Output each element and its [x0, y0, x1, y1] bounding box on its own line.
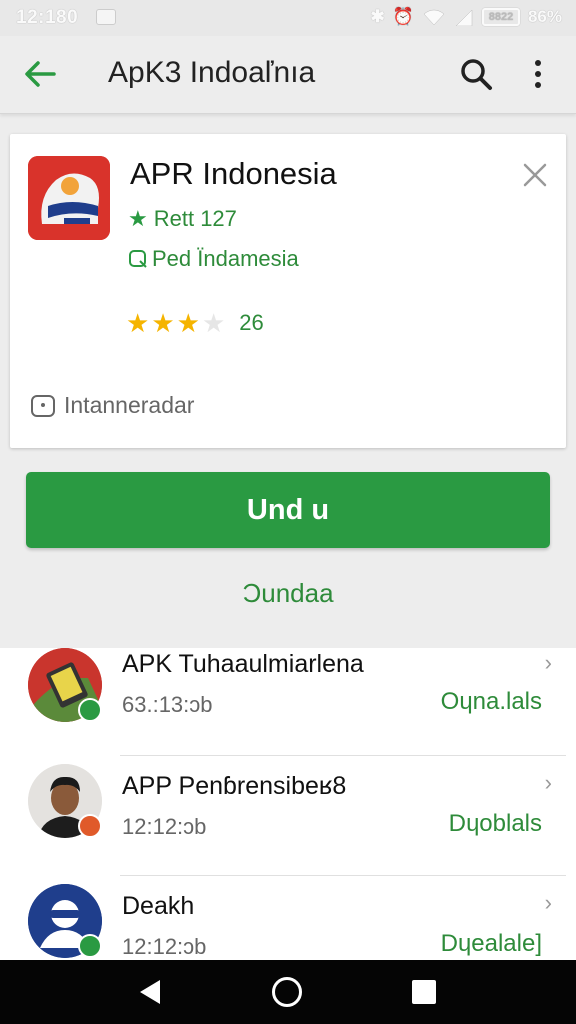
list-item[interactable]: APP Penɓrensibeʁ8 12:12:ɔb › Dɥoblals	[0, 756, 576, 876]
signal-icon	[455, 9, 473, 26]
status-bar: 12:180 ✱ ⏰ 8822 86%	[0, 0, 576, 36]
rating-count: 26	[239, 310, 264, 335]
star-icon-3: ★	[176, 308, 200, 338]
item-title: APP Penɓrensibeʁ8	[122, 772, 347, 800]
item-subtitle: 12:12:ɔb	[122, 814, 207, 839]
status-icons: ✱ ⏰ 8822 86%	[371, 7, 562, 27]
card-footer[interactable]: Intanneradar	[30, 392, 194, 419]
app-details-card: APR Indonesia ★ Rett 127 Ped Ϊndamesia ★…	[10, 134, 566, 448]
more-vert-icon[interactable]	[524, 56, 552, 92]
battery-icon: 8822	[481, 8, 520, 26]
tag-icon	[31, 394, 55, 417]
wifi-icon	[423, 9, 445, 26]
app-icon	[28, 156, 110, 240]
footer-label: Intanneradar	[64, 392, 195, 418]
status-badge	[78, 814, 102, 838]
chevron-right-icon: ›	[544, 890, 552, 915]
battery-percent: 86%	[527, 7, 562, 26]
app-name: APR Indonesia	[130, 156, 337, 191]
back-arrow-icon[interactable]	[22, 56, 58, 92]
chevron-right-icon: ›	[544, 770, 552, 795]
close-icon[interactable]	[520, 160, 550, 190]
status-badge	[78, 934, 102, 958]
secondary-button[interactable]: Ɔundaa	[0, 578, 576, 609]
status-time: 12:180	[16, 7, 79, 28]
install-button[interactable]: Und u	[26, 472, 550, 548]
notification-icon	[96, 9, 116, 25]
item-action[interactable]: Oɥna.lals	[441, 688, 542, 716]
alarm-icon: ⏰	[392, 7, 414, 26]
star-icon-2: ★	[151, 308, 175, 338]
publisher-icon	[129, 250, 147, 268]
nav-home-icon[interactable]	[272, 977, 302, 1007]
system-nav-bar	[0, 960, 576, 1024]
app-bar: ApK3 Indoaľnıa	[0, 36, 576, 114]
star-icon-4: ★	[201, 308, 226, 338]
star-rating: ★ ★ ★ ★ 26	[126, 310, 264, 336]
list-item[interactable]: Deakh 12:12:ɔb › Dɥealale]	[0, 876, 576, 960]
rating-row: ★ Rett 127	[128, 206, 237, 232]
nav-back-icon[interactable]	[136, 978, 164, 1006]
page-title: ApK3 Indoaľnıa	[108, 56, 316, 89]
list-item[interactable]: APK Tuhaaulmiarlena 63.:13:ɔb › Oɥna.lal…	[0, 648, 576, 756]
item-action[interactable]: Dɥealale]	[441, 930, 542, 958]
status-badge	[78, 698, 102, 722]
bluetooth-icon: ✱	[370, 7, 385, 26]
search-icon[interactable]	[458, 56, 494, 92]
item-action[interactable]: Dɥoblals	[449, 810, 542, 838]
chevron-right-icon: ›	[544, 650, 552, 675]
item-subtitle: 12:12:ɔb	[122, 934, 207, 959]
rating-label: Rett 127	[153, 206, 237, 231]
publisher-name: Ped Ϊndamesia	[152, 246, 299, 271]
item-title: APK Tuhaaulmiarlena	[122, 650, 364, 678]
publisher-row[interactable]: Ped Ϊndamesia	[128, 246, 299, 272]
star-icon: ★	[128, 206, 148, 231]
item-subtitle: 63.:13:ɔb	[122, 692, 213, 717]
item-title: Deakh	[122, 892, 195, 920]
nav-recents-icon[interactable]	[412, 980, 436, 1004]
related-apps-list: APK Tuhaaulmiarlena 63.:13:ɔb › Oɥna.lal…	[0, 648, 576, 960]
star-icon-1: ★	[126, 308, 150, 338]
